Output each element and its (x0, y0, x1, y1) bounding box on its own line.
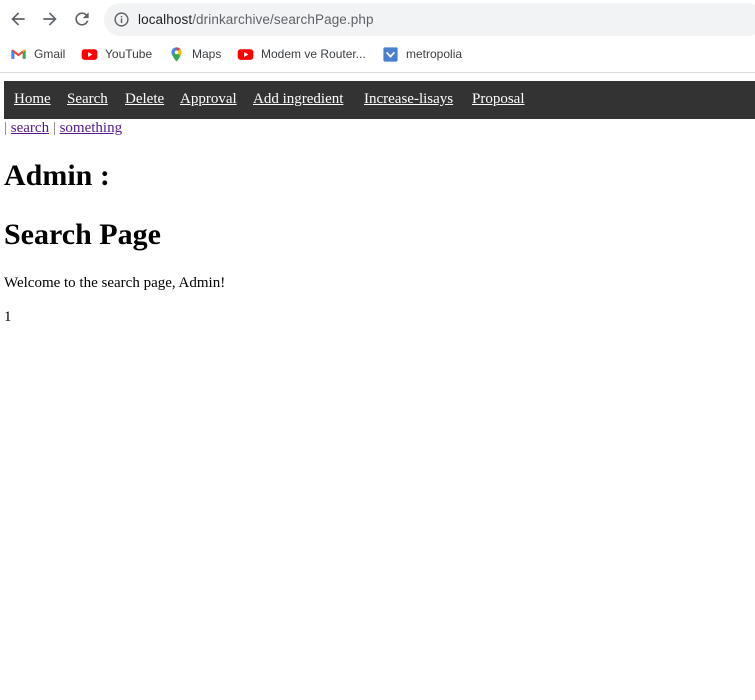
url-path: /drinkarchive/searchPage.php (192, 12, 374, 27)
bookmark-metropolia[interactable]: metropolia (382, 45, 462, 63)
nav-link-search[interactable]: Search (67, 91, 108, 108)
subnav-link-something[interactable]: something (60, 120, 123, 136)
reload-icon[interactable] (70, 7, 94, 31)
nav-link-approval[interactable]: Approval (180, 91, 237, 108)
bookmark-maps[interactable]: Maps (168, 45, 221, 63)
youtube-icon (237, 46, 254, 63)
nav-link-delete[interactable]: Delete (125, 91, 164, 108)
top-navigation: Home Search Delete Approval Add ingredie… (4, 81, 755, 119)
bookmark-modem-router[interactable]: Modem ve Router... (237, 45, 366, 63)
bookmark-label: YouTube (105, 47, 153, 61)
browser-chrome: localhost/drinkarchive/searchPage.php Gm… (0, 0, 755, 73)
bookmark-label: Maps (192, 47, 222, 61)
welcome-message: Welcome to the search page, Admin! (4, 275, 226, 291)
nav-link-add-ingredient[interactable]: Add ingredient (253, 91, 343, 108)
site-info-icon[interactable] (113, 11, 130, 28)
bookmarks-bar: Gmail YouTube Maps Modem ve Router... me… (0, 40, 755, 68)
subnav-link-search[interactable]: search (11, 120, 49, 136)
browser-toolbar: localhost/drinkarchive/searchPage.php (0, 0, 755, 38)
address-url[interactable]: localhost/drinkarchive/searchPage.php (138, 12, 374, 27)
nav-link-proposal[interactable]: Proposal (472, 91, 525, 108)
admin-heading: Admin : (4, 159, 110, 192)
result-count: 1 (4, 309, 12, 325)
page-title: Search Page (4, 218, 161, 251)
url-host: localhost (138, 12, 193, 27)
forward-icon[interactable] (38, 7, 62, 31)
page-content: Home Search Delete Approval Add ingredie… (0, 73, 755, 700)
metropolia-icon (382, 46, 399, 63)
sub-navigation: | search | something (4, 120, 122, 137)
bookmark-label: Gmail (34, 47, 66, 61)
bookmark-label: metropolia (406, 47, 463, 61)
subnav-separator: | (4, 120, 8, 136)
bookmark-gmail[interactable]: Gmail (10, 45, 65, 63)
youtube-icon (81, 46, 98, 63)
nav-link-home[interactable]: Home (14, 91, 51, 108)
back-icon[interactable] (6, 7, 30, 31)
subnav-separator: | (52, 120, 56, 136)
nav-link-increase-lisays[interactable]: Increase-lisays (364, 91, 453, 108)
address-bar[interactable]: localhost/drinkarchive/searchPage.php (104, 3, 755, 36)
bookmark-youtube[interactable]: YouTube (81, 45, 152, 63)
gmail-icon (10, 46, 27, 63)
maps-icon (168, 46, 185, 63)
bookmark-label: Modem ve Router... (261, 47, 366, 61)
